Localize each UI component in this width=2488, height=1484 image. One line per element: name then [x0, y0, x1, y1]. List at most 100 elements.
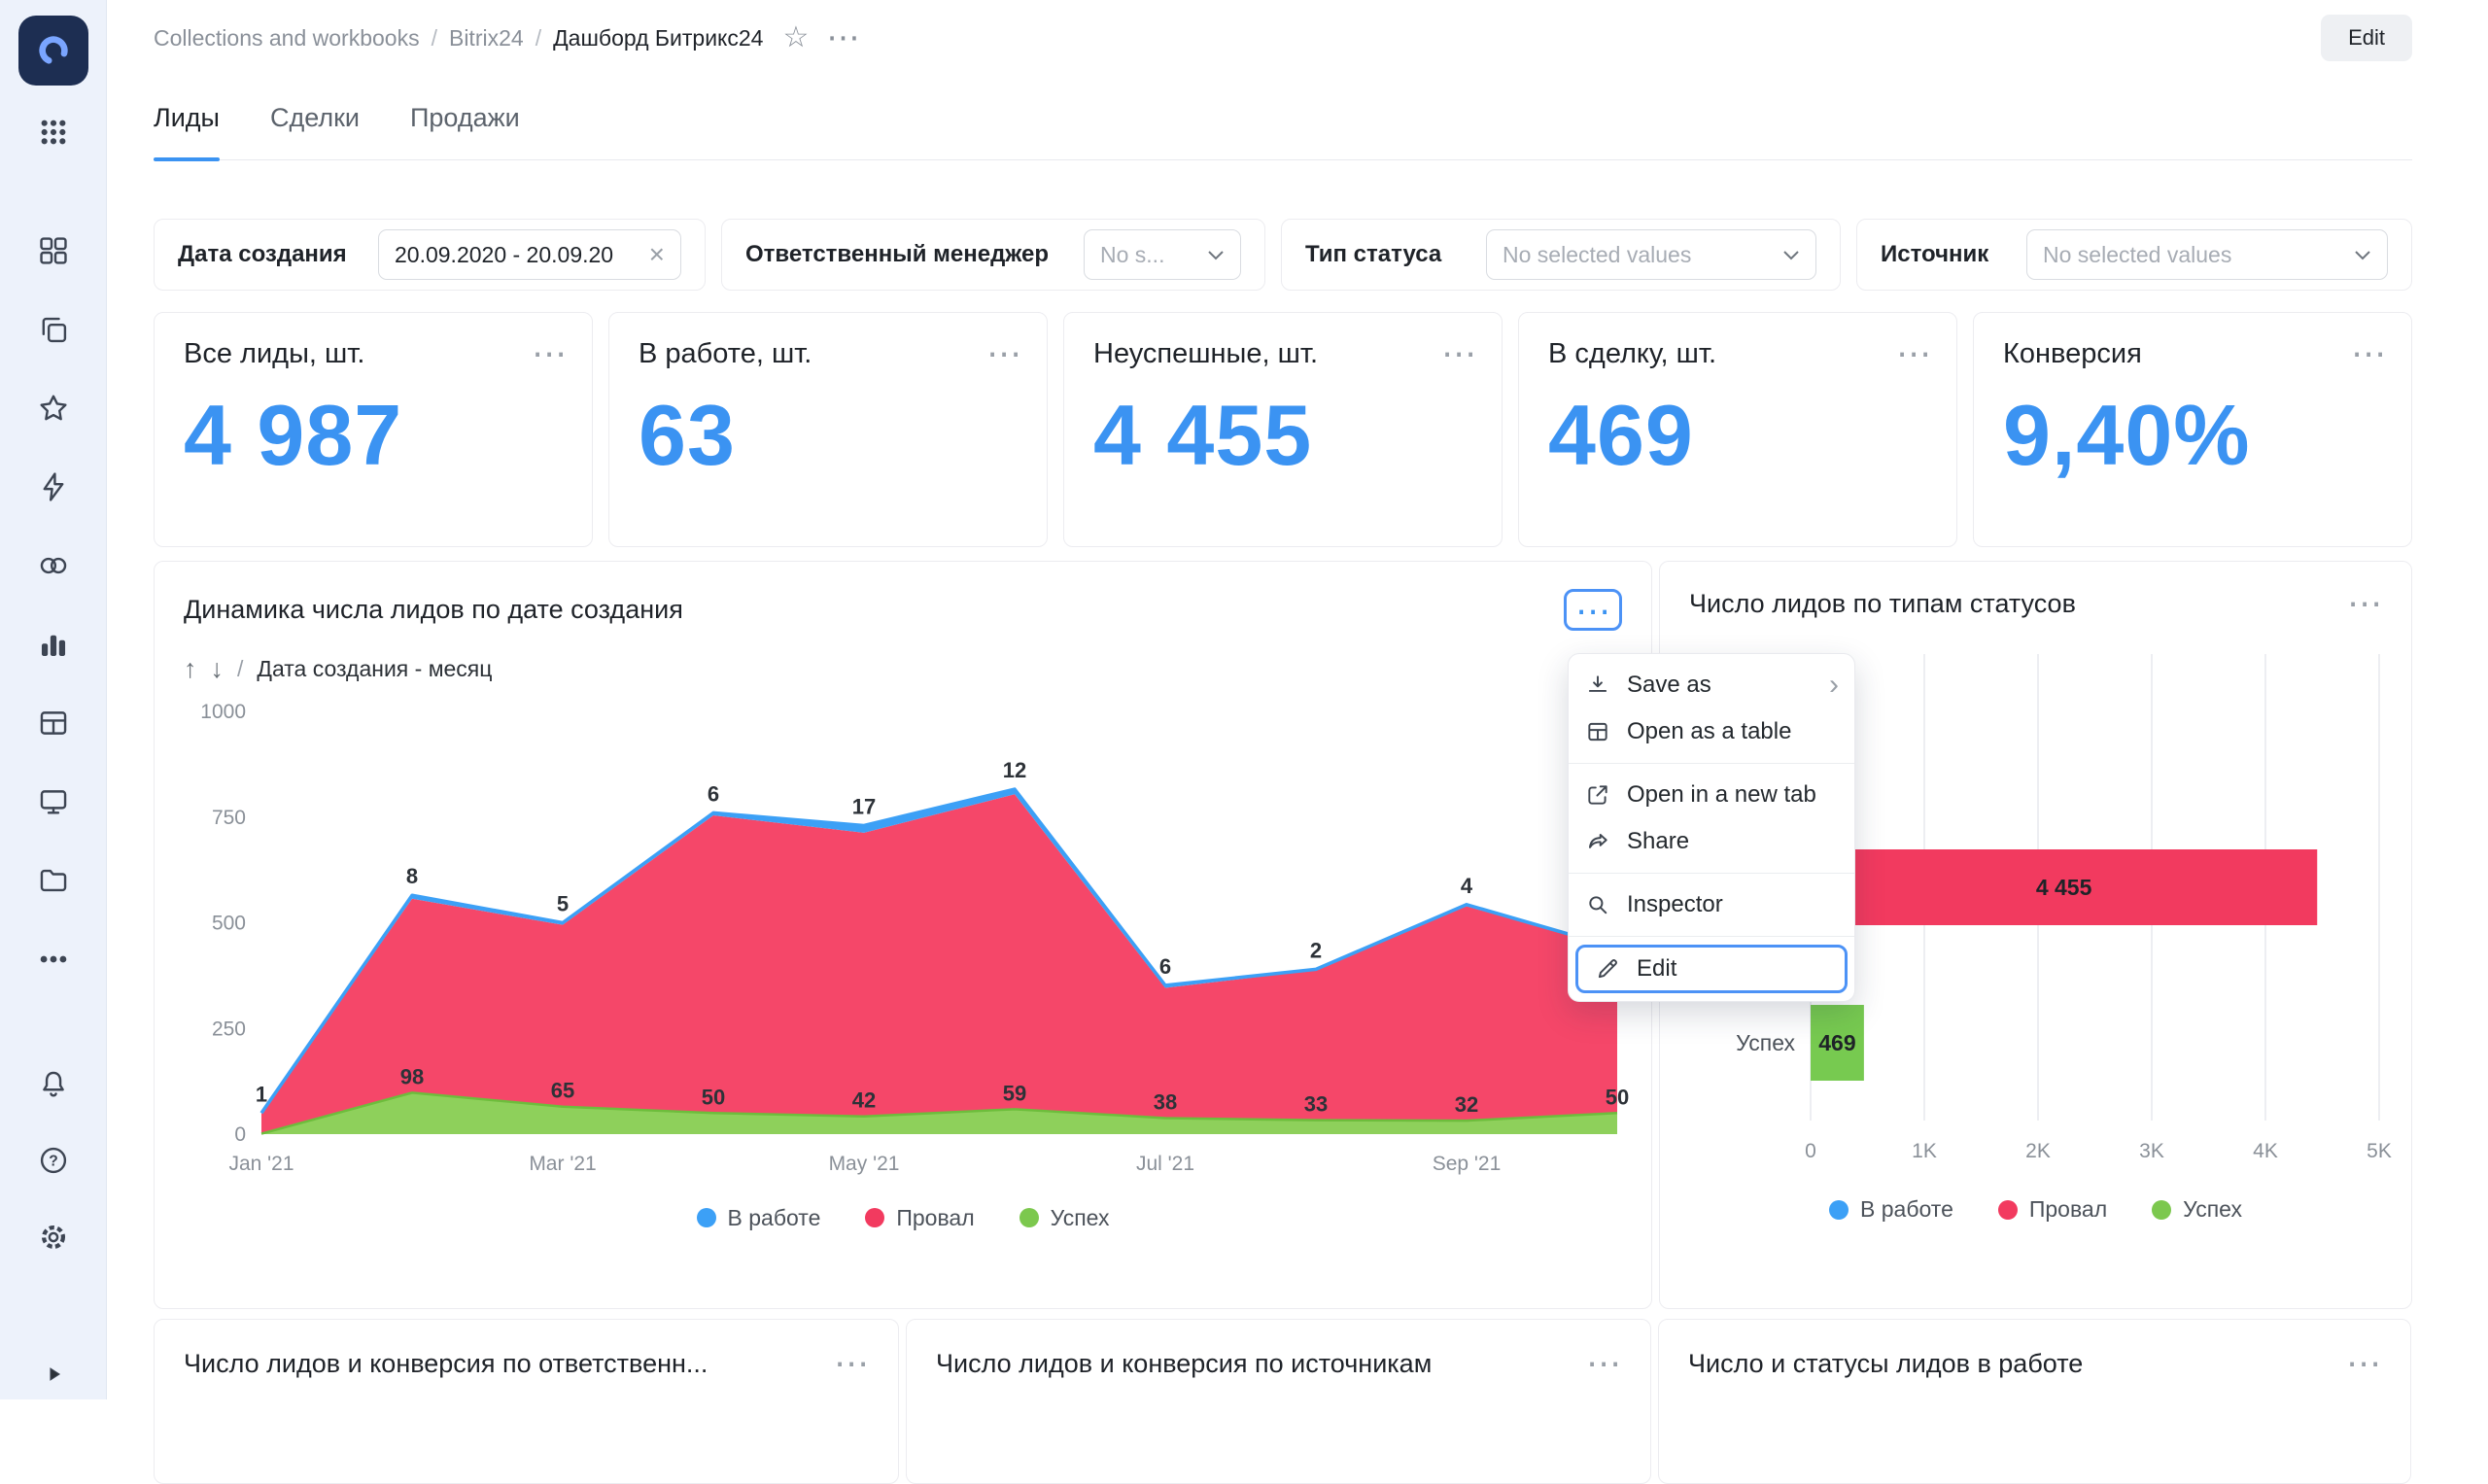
svg-text:3K: 3K — [2139, 1140, 2164, 1162]
menu-item-inspector[interactable]: Inspector — [1569, 881, 1854, 928]
legend-success[interactable]: Успех — [1019, 1205, 1110, 1231]
kpi-in-progress: ⋯ В работе, шт. 63 — [608, 312, 1048, 547]
datalens-logo[interactable] — [18, 16, 88, 86]
widget-more-icon[interactable]: ⋯ — [1586, 1356, 1621, 1371]
legend-fail[interactable]: Провал — [1998, 1196, 2107, 1223]
svg-text:5K: 5K — [2367, 1140, 2392, 1162]
svg-text:Jan '21: Jan '21 — [228, 1153, 294, 1175]
sidebar-item-collections[interactable] — [36, 233, 71, 268]
menu-item-share[interactable]: Share — [1569, 818, 1854, 865]
widget-more-icon[interactable]: ⋯ — [2351, 346, 2386, 362]
tab-deals[interactable]: Сделки — [270, 76, 360, 159]
date-range-value: 20.09.2020 - 20.09.20 — [395, 242, 613, 268]
chart-legend: В работе Провал Успех — [155, 1205, 1651, 1231]
menu-item-label: Edit — [1637, 955, 1676, 983]
sidebar-item-workbooks[interactable] — [36, 312, 71, 347]
source-select[interactable]: No selected values — [2026, 229, 2388, 280]
sidebar-item-files[interactable] — [36, 863, 71, 898]
kpi-value: 4 987 — [184, 386, 563, 485]
notifications-bell-icon[interactable] — [36, 1066, 71, 1101]
widget-more-icon[interactable]: ⋯ — [1441, 346, 1476, 362]
breadcrumb-workbook[interactable]: Bitrix24 — [449, 25, 524, 52]
manager-select[interactable]: No s... — [1084, 229, 1241, 280]
menu-item-save-as[interactable]: Save as › — [1569, 662, 1854, 708]
select-value: No selected values — [2043, 242, 2231, 268]
widget-more-icon-active[interactable]: ⋯ — [1564, 589, 1622, 631]
menu-item-open-as-table[interactable]: Open as a table — [1569, 708, 1854, 755]
status-type-select[interactable]: No selected values — [1486, 229, 1816, 280]
select-value: No s... — [1100, 242, 1164, 268]
header-more-icon[interactable]: ⋯ — [820, 30, 865, 47]
kpi-title: Все лиды, шт. — [184, 338, 563, 370]
help-icon[interactable]: ? — [36, 1143, 71, 1178]
share-icon — [1584, 828, 1611, 855]
filter-label: Источник — [1881, 241, 1988, 268]
sidebar-item-more[interactable] — [36, 942, 71, 977]
menu-divider — [1569, 763, 1854, 764]
panel-title: Число лидов по типам статусов — [1689, 589, 2076, 619]
sidebar-item-favorites[interactable] — [36, 391, 71, 426]
widget-more-icon[interactable]: ⋯ — [2347, 596, 2382, 611]
legend-in-progress[interactable]: В работе — [697, 1205, 821, 1231]
menu-divider — [1569, 936, 1854, 937]
apps-grid-icon[interactable] — [36, 115, 71, 150]
menu-item-label: Open in a new tab — [1627, 781, 1816, 809]
svg-text:Mar '21: Mar '21 — [529, 1153, 596, 1175]
legend-success[interactable]: Успех — [2152, 1196, 2242, 1223]
svg-text:750: 750 — [212, 806, 246, 828]
svg-text:42: 42 — [852, 1087, 876, 1112]
tab-sales[interactable]: Продажи — [410, 76, 520, 159]
kpi-unsuccessful: ⋯ Неуспешные, шт. 4 455 — [1063, 312, 1503, 547]
breadcrumb-current: Дашборд Битрикс24 — [553, 25, 763, 52]
legend-dot — [2152, 1200, 2171, 1220]
menu-item-edit[interactable]: Edit — [1578, 948, 1845, 990]
chevron-down-icon — [1782, 250, 1800, 260]
table-icon — [37, 707, 70, 740]
legend-dot — [697, 1208, 716, 1227]
svg-text:50: 50 — [1606, 1085, 1629, 1109]
kpi-row: ⋯ Все лиды, шт. 4 987 ⋯ В работе, шт. 63… — [154, 312, 2412, 547]
chevron-down-icon — [1207, 250, 1225, 260]
breadcrumb-collections[interactable]: Collections and workbooks — [154, 25, 420, 52]
menu-item-open-new-tab[interactable]: Open in a new tab — [1569, 772, 1854, 818]
sidebar-item-connections[interactable] — [36, 469, 71, 504]
sidebar-nav — [36, 233, 71, 977]
sidebar-item-tables[interactable] — [36, 706, 71, 741]
date-range-input[interactable]: 20.09.2020 - 20.09.20 × — [378, 229, 681, 280]
sort-desc-icon[interactable]: ↓ — [211, 654, 225, 684]
favorite-star-icon[interactable]: ☆ — [782, 23, 809, 52]
kpi-title: В сделку, шт. — [1548, 338, 1927, 370]
widget-more-icon[interactable]: ⋯ — [2346, 1356, 2381, 1371]
tab-leads[interactable]: Лиды — [154, 76, 220, 159]
svg-text:4K: 4K — [2253, 1140, 2278, 1162]
svg-text:50: 50 — [702, 1085, 725, 1109]
sort-asc-icon[interactable]: ↑ — [184, 654, 197, 684]
svg-text:2: 2 — [1310, 938, 1322, 962]
widget-more-icon[interactable]: ⋯ — [834, 1356, 869, 1371]
expand-sidebar-icon[interactable] — [36, 1357, 71, 1392]
svg-text:1000: 1000 — [200, 701, 246, 723]
legend-in-progress[interactable]: В работе — [1829, 1196, 1953, 1223]
sidebar-item-charts[interactable] — [36, 627, 71, 662]
sidebar-item-dashboards[interactable] — [36, 784, 71, 819]
kpi-all-leads: ⋯ Все лиды, шт. 4 987 — [154, 312, 593, 547]
svg-text:6: 6 — [708, 781, 719, 806]
download-icon — [1584, 672, 1611, 699]
settings-gear-icon[interactable] — [36, 1220, 71, 1255]
clear-icon[interactable]: × — [649, 241, 665, 268]
sidebar-item-datasets[interactable] — [36, 548, 71, 583]
widget-more-icon[interactable]: ⋯ — [1896, 346, 1931, 362]
legend-dot — [1829, 1200, 1849, 1220]
widget-more-icon[interactable]: ⋯ — [532, 346, 567, 362]
search-icon — [1584, 891, 1611, 918]
edit-dashboard-button[interactable]: Edit — [2321, 15, 2412, 61]
svg-text:65: 65 — [551, 1078, 574, 1102]
legend-fail[interactable]: Провал — [865, 1205, 974, 1231]
filter-label: Тип статуса — [1305, 241, 1441, 268]
svg-text:59: 59 — [1003, 1081, 1026, 1105]
widget-more-icon[interactable]: ⋯ — [986, 346, 1021, 362]
filter-source: Источник No selected values — [1856, 219, 2412, 291]
breadcrumb: Collections and workbooks / Bitrix24 / Д… — [154, 25, 763, 52]
legend-dot — [865, 1208, 884, 1227]
svg-text:32: 32 — [1455, 1092, 1478, 1117]
